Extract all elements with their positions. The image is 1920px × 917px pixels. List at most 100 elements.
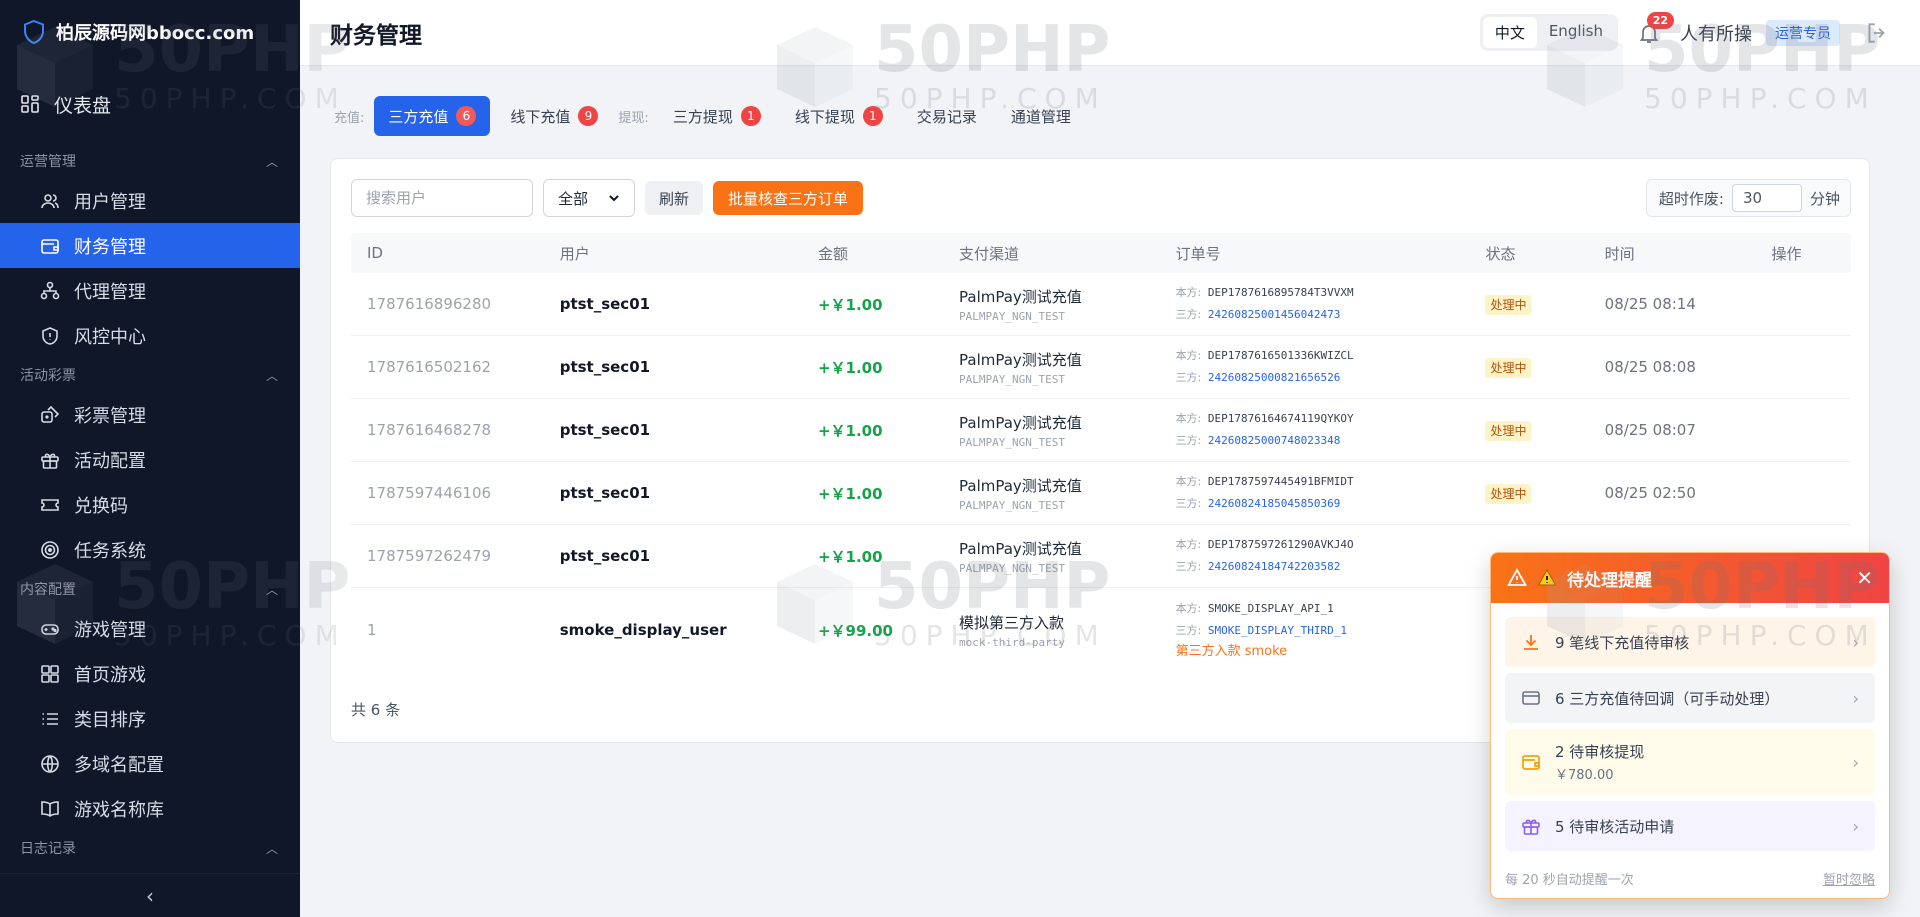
- table-row: 1787597446106 ptst_sec01 +￥1.00 PalmPay测…: [351, 462, 1851, 525]
- target-icon: [41, 540, 59, 559]
- status-filter-select[interactable]: 全部: [543, 179, 635, 217]
- column-header: 时间: [1604, 244, 1635, 263]
- auto-remind-text: 每 20 秒自动提醒一次: [1505, 873, 1634, 888]
- order-user: smoke_display_user: [559, 621, 727, 639]
- tab-third-party-withdraw[interactable]: 三方提现 1: [659, 96, 775, 136]
- chevron-right-icon: ›: [1852, 752, 1859, 772]
- finance-tabs: 充值: 三方充值 6 线下充值 9 提现: 三方提现 1 线下提现 1 交易记录…: [334, 96, 1091, 136]
- order-time: 08/25 08:07: [1604, 421, 1696, 439]
- tab-badge: 1: [740, 106, 761, 126]
- sidebar-item-label: 仪表盘: [54, 94, 112, 117]
- own-order-no[interactable]: DEP17876164674119QYKOY: [1208, 412, 1354, 425]
- sidebar-item-home-games[interactable]: 首页游戏: [0, 651, 300, 696]
- status-badge: 处理中: [1485, 295, 1532, 315]
- sidebar-item-multi-domain[interactable]: 多域名配置: [0, 741, 300, 786]
- lang-en-button[interactable]: English: [1537, 17, 1615, 48]
- section-activity-lottery[interactable]: 活动彩票 ︿: [0, 358, 300, 392]
- tab-offline-withdraw[interactable]: 线下提现 1: [781, 96, 897, 136]
- chevron-left-icon: ‹: [146, 883, 154, 908]
- section-content-config[interactable]: 内容配置 ︿: [0, 572, 300, 606]
- gift-icon: [41, 453, 59, 469]
- section-operations[interactable]: 运营管理 ︿: [0, 144, 300, 178]
- reminder-text: 6 三方充值待回调（可手动处理）: [1555, 689, 1780, 708]
- close-icon[interactable]: ✕: [1856, 566, 1873, 590]
- own-order-no[interactable]: DEP1787616501336KWIZCL: [1208, 349, 1354, 362]
- own-order-prefix: 本方:: [1175, 475, 1202, 488]
- sidebar-item-tasks[interactable]: 任务系统: [0, 527, 300, 572]
- lang-zh-button[interactable]: 中文: [1482, 17, 1537, 48]
- sidebar-item-activity-config[interactable]: 活动配置: [0, 437, 300, 482]
- sidebar-item-label: 兑换码: [74, 495, 128, 517]
- third-order-no[interactable]: 24260825001456042473: [1208, 308, 1340, 321]
- tab-transactions[interactable]: 交易记录: [903, 96, 991, 136]
- timeout-input[interactable]: 30: [1731, 184, 1802, 212]
- own-order-line: 本方: DEP1787597445491BFMIDT: [1176, 471, 1486, 493]
- brand[interactable]: 柏辰源码网bbocc.com: [0, 0, 300, 64]
- sidebar-item-label: 类目排序: [74, 709, 146, 731]
- tab-third-party-recharge[interactable]: 三方充值 6: [374, 96, 491, 136]
- dashboard-icon: [21, 95, 39, 113]
- sidebar-item-label: 彩票管理: [74, 405, 146, 427]
- tab-channel-management[interactable]: 通道管理: [997, 96, 1085, 136]
- channel-name: PalmPay测试充值: [959, 350, 1082, 369]
- batch-check-button[interactable]: 批量核查三方订单: [713, 181, 864, 215]
- order-id: 1787616502162: [367, 358, 492, 376]
- third-order-no[interactable]: 24260824184742203582: [1208, 560, 1340, 573]
- order-user: ptst_sec01: [559, 547, 651, 565]
- reminder-third-party-callback[interactable]: 6 三方充值待回调（可手动处理） ›: [1505, 673, 1875, 723]
- ignore-link[interactable]: 暂时忽略: [1823, 869, 1875, 888]
- own-order-no[interactable]: DEP1787597445491BFMIDT: [1208, 475, 1354, 488]
- own-order-no[interactable]: DEP1787616895784T3VVXM: [1208, 286, 1354, 299]
- users-icon: [41, 193, 59, 208]
- tab-label: 线下提现: [794, 107, 855, 126]
- sidebar-item-label: 首页游戏: [74, 664, 146, 686]
- table-row: 1787616468278 ptst_sec01 +￥1.00 PalmPay测…: [351, 399, 1851, 462]
- refresh-button[interactable]: 刷新: [645, 181, 704, 215]
- order-amount: +￥1.00: [817, 421, 883, 440]
- order-id: 1: [367, 621, 377, 639]
- reminder-offline-recharge[interactable]: 9 笔线下充值待审核 ›: [1505, 617, 1875, 667]
- sidebar-item-dashboard[interactable]: 仪表盘: [0, 64, 300, 144]
- sidebar-item-agents[interactable]: 代理管理: [0, 268, 300, 313]
- search-user-input[interactable]: [351, 179, 533, 217]
- status-cell: 处理中: [1485, 295, 1604, 315]
- reminder-withdraw-review[interactable]: 2 待审核提现 ￥780.00 ›: [1505, 729, 1875, 795]
- sidebar-item-users[interactable]: 用户管理: [0, 178, 300, 223]
- sidebar-item-redeem-code[interactable]: 兑换码: [0, 482, 300, 527]
- sidebar-collapse-button[interactable]: ‹: [0, 873, 300, 917]
- order-user: ptst_sec01: [559, 421, 651, 439]
- third-order-no[interactable]: 24260825000748023348: [1208, 434, 1340, 447]
- withdraw-group-label: 提现:: [618, 110, 649, 126]
- order-amount: +￥1.00: [817, 547, 883, 566]
- watermark-small: 50PHP.COM: [1644, 82, 1877, 115]
- order-id: 1787597446106: [367, 484, 492, 502]
- own-order-no[interactable]: SMOKE_DISPLAY_API_1: [1208, 602, 1334, 615]
- logout-icon[interactable]: [1864, 20, 1890, 46]
- third-order-no[interactable]: 24260825000821656526: [1208, 371, 1340, 384]
- top-header: 财务管理 中文 English 22 人有所操 运营专员: [300, 0, 1920, 66]
- own-order-line: 本方: DEP1787616501336KWIZCL: [1176, 345, 1486, 367]
- order-id: 1787616896280: [367, 295, 492, 313]
- tab-label: 线下充值: [510, 107, 571, 126]
- reminder-text: 9 笔线下充值待审核: [1555, 633, 1690, 652]
- tab-offline-recharge[interactable]: 线下充值 9: [496, 96, 612, 136]
- gift-icon: [1522, 819, 1540, 835]
- third-order-no[interactable]: SMOKE_DISPLAY_THIRD_1: [1208, 624, 1347, 637]
- status-badge: 处理中: [1485, 358, 1532, 378]
- reminder-activity-review[interactable]: 5 待审核活动申请 ›: [1505, 801, 1875, 851]
- notification-button[interactable]: 22: [1632, 11, 1674, 50]
- own-order-no[interactable]: DEP1787597261290AVKJ4O: [1208, 538, 1354, 551]
- sidebar-item-lottery[interactable]: 彩票管理: [0, 392, 300, 437]
- sidebar-item-category-sort[interactable]: 类目排序: [0, 696, 300, 741]
- chevron-right-icon: ›: [1852, 816, 1859, 836]
- section-logs[interactable]: 日志记录 ︿: [0, 831, 300, 865]
- sidebar-item-games[interactable]: 游戏管理: [0, 606, 300, 651]
- sidebar-item-risk[interactable]: 风控中心: [0, 313, 300, 358]
- timeout-label: 超时作废:: [1658, 189, 1724, 208]
- third-order-prefix: 三方:: [1175, 308, 1202, 321]
- third-order-no[interactable]: 24260824185045850369: [1208, 497, 1340, 510]
- sidebar-item-game-names[interactable]: 游戏名称库: [0, 786, 300, 831]
- channel-code: PALMPAY_NGN_TEST: [959, 498, 1065, 512]
- own-order-line: 本方: DEP1787616895784T3VVXM: [1176, 282, 1486, 304]
- sidebar-item-finance[interactable]: 财务管理: [0, 223, 300, 268]
